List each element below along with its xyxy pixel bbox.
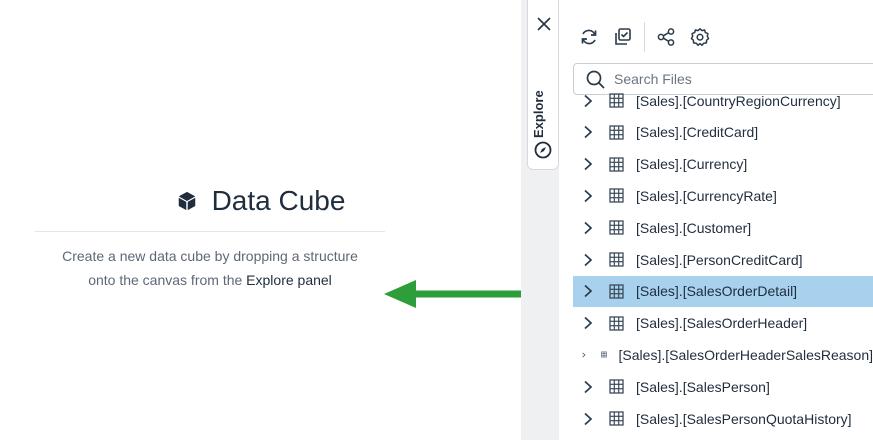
explore-tab-label-group[interactable]: Explore — [527, 80, 559, 162]
canvas-description: Create a new data cube by dropping a str… — [30, 244, 390, 292]
table-icon — [609, 315, 624, 331]
tree-item-label: [Sales].[PersonCreditCard] — [636, 251, 803, 268]
settings-button[interactable] — [683, 20, 717, 54]
table-icon — [609, 379, 624, 394]
table-icon — [609, 220, 624, 235]
chevron-right-icon[interactable] — [581, 380, 595, 394]
gear-icon — [690, 28, 710, 47]
chevron-right-icon[interactable] — [581, 253, 595, 267]
table-icon — [600, 352, 607, 358]
description-line-1: Create a new data cube by dropping a str… — [62, 248, 358, 264]
explore-tab-label: Explore — [531, 90, 546, 138]
copy-check-button[interactable] — [606, 20, 640, 54]
chevron-right-icon[interactable] — [581, 125, 595, 139]
chevron-right-icon[interactable] — [581, 94, 595, 108]
tree-item[interactable]: [Sales].[SalesOrderHeader] — [573, 308, 873, 339]
tree-item[interactable]: [Sales].[CreditCard] — [573, 117, 873, 148]
tree-item-label: [Sales].[CreditCard] — [636, 124, 759, 141]
tree-item[interactable]: [Sales].[CurrencyRate] — [573, 180, 873, 211]
page-title: Data Cube — [211, 185, 346, 216]
tree-item[interactable]: [Sales].[PersonCreditCard] — [573, 244, 873, 275]
tree-item[interactable]: [Sales].[Currency] — [573, 149, 873, 180]
chevron-right-icon[interactable] — [581, 316, 595, 330]
canvas-area[interactable]: Data Cube Create a new data cube by drop… — [0, 0, 521, 440]
description-prefix: onto the canvas from the — [88, 272, 247, 288]
table-icon — [609, 188, 624, 204]
table-icon — [609, 125, 624, 140]
chevron-right-icon[interactable] — [581, 221, 595, 235]
tree-item-label: [Sales].[SalesOrderDetail] — [636, 283, 798, 300]
tree-item[interactable]: [Sales].[SalesOrderDetail] — [573, 275, 873, 307]
tree-item-label: [Sales].[CurrencyRate] — [636, 187, 777, 204]
refresh-button[interactable] — [572, 20, 606, 54]
refresh-icon — [581, 29, 597, 45]
table-icon — [609, 156, 624, 172]
canvas-header: Data Cube — [0, 185, 521, 217]
tree-item-label: [Sales].[SalesOrderHeader] — [636, 315, 808, 332]
tree-item-label: [Sales].[Currency] — [636, 156, 748, 173]
tree-item[interactable]: [Sales].[Customer] — [573, 212, 873, 243]
chevron-right-icon[interactable] — [581, 412, 595, 426]
explore-toolbar — [572, 20, 717, 54]
tree-item[interactable]: [Sales].[CountryRegionCurrency] — [573, 87, 873, 116]
chevron-right-icon[interactable] — [581, 157, 595, 171]
title-divider — [35, 231, 385, 232]
table-icon — [609, 411, 624, 426]
description-line-2: onto the canvas from the Explore panel — [30, 268, 390, 292]
explore-panel-link[interactable]: Explore panel — [246, 272, 332, 288]
copy-check-icon — [615, 28, 631, 45]
chevron-right-icon[interactable] — [581, 348, 587, 362]
tree-item[interactable]: [Sales].[SalesPerson] — [573, 371, 873, 402]
tree-item-label: [Sales].[SalesOrderHeaderSalesReason] — [618, 346, 873, 363]
table-icon — [609, 93, 624, 108]
table-icon — [609, 284, 624, 299]
tree-item-label: [Sales].[SalesPerson] — [636, 378, 770, 395]
tree-item-label: [Sales].[SalesPersonQuotaHistory] — [636, 410, 852, 427]
tree-item-label: [Sales].[CountryRegionCurrency] — [636, 92, 841, 109]
compass-icon — [534, 141, 552, 159]
file-tree[interactable]: [Sales].[CountryRegionCurrency] [Sales].[… — [573, 87, 873, 440]
chevron-right-icon[interactable] — [581, 284, 595, 298]
toolbar-separator — [644, 22, 645, 52]
tree-item-label: [Sales].[Customer] — [636, 219, 752, 236]
cube-icon — [178, 191, 195, 211]
tree-item[interactable]: [Sales].[SalesOrderHeaderSalesReason] — [573, 339, 873, 370]
close-panel-button[interactable] — [534, 14, 554, 34]
share-button[interactable] — [649, 20, 683, 54]
table-icon — [609, 252, 624, 267]
chevron-right-icon[interactable] — [581, 189, 595, 203]
tree-item[interactable]: [Sales].[SalesPersonQuotaHistory] — [573, 403, 873, 434]
close-icon — [537, 17, 551, 31]
share-nodes-icon — [657, 28, 675, 46]
